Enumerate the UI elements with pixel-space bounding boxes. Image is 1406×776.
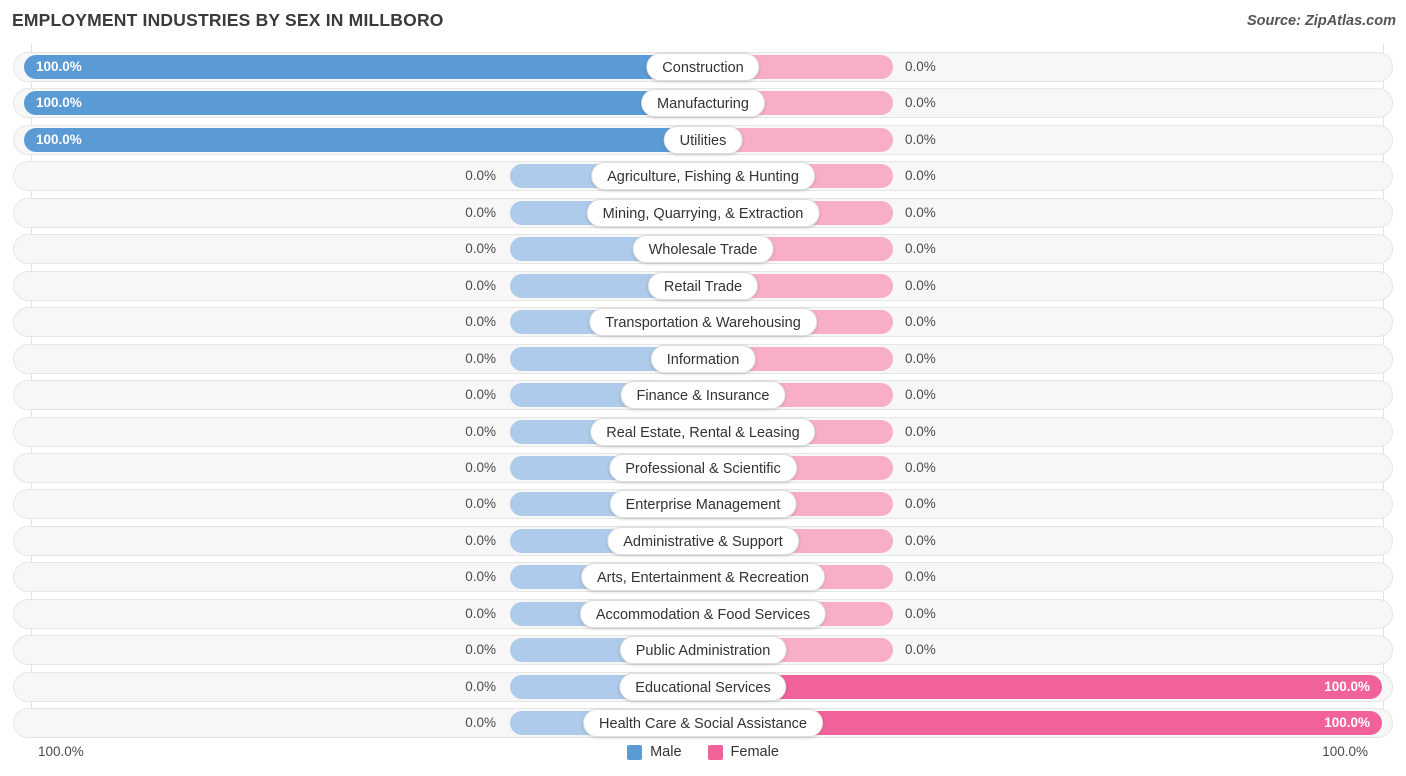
chart-row[interactable]: 0.0% 0.0% Accommodation & Food Services bbox=[0, 598, 1406, 630]
female-color-swatch-icon bbox=[707, 744, 723, 760]
industry-label-pill[interactable]: Utilities bbox=[663, 125, 743, 154]
industry-label-pill[interactable]: Professional & Scientific bbox=[609, 453, 797, 482]
male-value-label: 0.0% bbox=[465, 642, 496, 658]
chart-legend: Male Female bbox=[0, 744, 1406, 760]
female-value-label: 100.0% bbox=[1324, 678, 1370, 694]
legend-label-female: Female bbox=[730, 744, 779, 760]
male-value-label: 0.0% bbox=[465, 204, 496, 220]
female-value-label: 0.0% bbox=[905, 496, 936, 512]
male-value-label: 0.0% bbox=[465, 532, 496, 548]
chart-row[interactable]: 100.0% 0.0% Utilities bbox=[0, 124, 1406, 156]
female-value-label: 0.0% bbox=[905, 642, 936, 658]
chart-row[interactable]: 0.0% 0.0% Enterprise Management bbox=[0, 488, 1406, 520]
chart-row[interactable]: 0.0% 0.0% Information bbox=[0, 343, 1406, 375]
chart-row[interactable]: 0.0% 0.0% Agriculture, Fishing & Hunting bbox=[0, 160, 1406, 192]
female-value-label: 0.0% bbox=[905, 423, 936, 439]
male-bar[interactable]: 100.0% bbox=[24, 127, 703, 152]
industry-label-pill[interactable]: Arts, Entertainment & Recreation bbox=[581, 563, 825, 592]
industry-label-pill[interactable]: Health Care & Social Assistance bbox=[583, 709, 823, 738]
male-value-label: 0.0% bbox=[465, 605, 496, 621]
chart-header: EMPLOYMENT INDUSTRIES BY SEX IN MILLBORO… bbox=[0, 0, 1406, 44]
legend-label-male: Male bbox=[650, 744, 682, 760]
chart-row[interactable]: 100.0% 0.0% Construction bbox=[0, 51, 1406, 83]
male-color-swatch-icon bbox=[627, 744, 643, 760]
female-value-label: 0.0% bbox=[905, 59, 936, 74]
industry-label-pill[interactable]: Finance & Insurance bbox=[620, 381, 786, 410]
chart-footer: 100.0% Male Female 100.0% bbox=[0, 736, 1406, 776]
chart-row[interactable]: 0.0% 0.0% Real Estate, Rental & Leasing bbox=[0, 416, 1406, 448]
female-value-label: 0.0% bbox=[905, 131, 936, 147]
female-value-label: 0.0% bbox=[905, 168, 936, 184]
diverging-bar-chart: 100.0% 0.0% Construction 100.0% 0.0% Manufact… bbox=[0, 44, 1406, 739]
female-value-label: 0.0% bbox=[905, 605, 936, 621]
male-bar[interactable]: 100.0% bbox=[24, 55, 703, 79]
industry-label-pill[interactable]: Public Administration bbox=[619, 636, 787, 665]
industry-label-pill[interactable]: Real Estate, Rental & Leasing bbox=[590, 417, 816, 446]
male-bar[interactable]: 100.0% bbox=[24, 91, 703, 116]
male-value-label: 0.0% bbox=[465, 715, 496, 731]
male-value-label: 0.0% bbox=[465, 423, 496, 439]
male-value-label: 0.0% bbox=[465, 387, 496, 403]
industry-label-pill[interactable]: Construction bbox=[646, 53, 760, 81]
source-attribution: Source: ZipAtlas.com bbox=[1246, 13, 1396, 29]
industry-label-pill[interactable]: Agriculture, Fishing & Hunting bbox=[591, 162, 815, 191]
legend-item-female[interactable]: Female bbox=[707, 744, 779, 760]
industry-label-pill[interactable]: Information bbox=[650, 344, 756, 373]
female-value-label: 0.0% bbox=[905, 350, 936, 366]
male-value-label: 100.0% bbox=[36, 131, 82, 147]
male-value-label: 0.0% bbox=[465, 569, 496, 585]
chart-row[interactable]: 0.0% 0.0% Administrative & Support bbox=[0, 525, 1406, 557]
female-value-label: 0.0% bbox=[905, 204, 936, 220]
industry-label-pill[interactable]: Wholesale Trade bbox=[632, 235, 774, 264]
female-value-label: 0.0% bbox=[905, 569, 936, 585]
industry-label-pill[interactable]: Accommodation & Food Services bbox=[579, 599, 827, 628]
female-value-label: 0.0% bbox=[905, 387, 936, 403]
female-bar[interactable]: 100.0% bbox=[703, 674, 1382, 699]
male-value-label: 0.0% bbox=[465, 459, 496, 475]
chart-row[interactable]: 0.0% 0.0% Finance & Insurance bbox=[0, 379, 1406, 411]
chart-row[interactable]: 0.0% 0.0% Transportation & Warehousing bbox=[0, 306, 1406, 338]
male-value-label: 0.0% bbox=[465, 496, 496, 512]
female-value-label: 0.0% bbox=[905, 241, 936, 257]
female-value-label: 0.0% bbox=[905, 314, 936, 330]
male-value-label: 100.0% bbox=[36, 95, 82, 111]
male-value-label: 0.0% bbox=[465, 678, 496, 694]
male-value-label: 0.0% bbox=[465, 277, 496, 293]
chart-row[interactable]: 0.0% 0.0% Wholesale Trade bbox=[0, 233, 1406, 265]
female-value-label: 0.0% bbox=[905, 532, 936, 548]
industry-label-pill[interactable]: Educational Services bbox=[619, 672, 787, 701]
chart-row[interactable]: 0.0% 0.0% Public Administration bbox=[0, 634, 1406, 666]
industry-label-pill[interactable]: Enterprise Management bbox=[609, 490, 797, 519]
chart-row[interactable]: 0.0% 0.0% Professional & Scientific bbox=[0, 452, 1406, 484]
axis-label-right: 100.0% bbox=[1322, 744, 1368, 759]
chart-row[interactable]: 100.0% 0.0% Manufacturing bbox=[0, 87, 1406, 119]
male-value-label: 0.0% bbox=[465, 314, 496, 330]
female-value-label: 0.0% bbox=[905, 459, 936, 475]
industry-label-pill[interactable]: Manufacturing bbox=[641, 89, 765, 118]
female-value-label: 0.0% bbox=[905, 277, 936, 293]
chart-row[interactable]: 100.0% 0.0% Health Care & Social Assistanc… bbox=[0, 707, 1406, 739]
chart-row[interactable]: 0.0% 0.0% Mining, Quarrying, & Extraction bbox=[0, 197, 1406, 229]
industry-label-pill[interactable]: Administrative & Support bbox=[607, 526, 799, 555]
female-value-label: 0.0% bbox=[905, 95, 936, 111]
industry-label-pill[interactable]: Transportation & Warehousing bbox=[589, 308, 817, 337]
legend-item-male[interactable]: Male bbox=[627, 744, 682, 760]
industry-label-pill[interactable]: Mining, Quarrying, & Extraction bbox=[586, 198, 820, 227]
male-value-label: 100.0% bbox=[36, 59, 82, 74]
male-value-label: 0.0% bbox=[465, 241, 496, 257]
chart-page: EMPLOYMENT INDUSTRIES BY SEX IN MILLBORO… bbox=[0, 0, 1406, 776]
page-title: EMPLOYMENT INDUSTRIES BY SEX IN MILLBORO bbox=[12, 10, 444, 30]
male-value-label: 0.0% bbox=[465, 350, 496, 366]
industry-label-pill[interactable]: Retail Trade bbox=[647, 271, 759, 300]
chart-row[interactable]: 100.0% 0.0% Educational Services bbox=[0, 671, 1406, 703]
female-value-label: 100.0% bbox=[1324, 715, 1370, 731]
chart-row[interactable]: 0.0% 0.0% Arts, Entertainment & Recreation bbox=[0, 561, 1406, 593]
chart-row[interactable]: 0.0% 0.0% Retail Trade bbox=[0, 270, 1406, 302]
male-value-label: 0.0% bbox=[465, 168, 496, 184]
